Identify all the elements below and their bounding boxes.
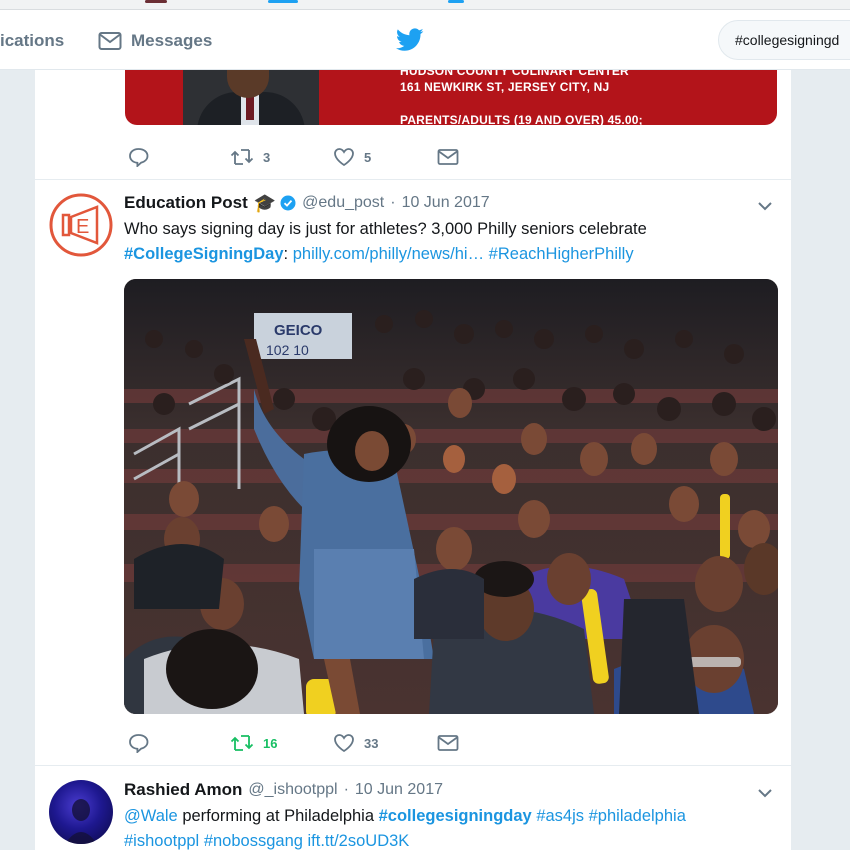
avatar-education-post[interactable]: E xyxy=(49,193,113,257)
flyer-speaker-photo xyxy=(183,70,319,125)
tweet2-photo-crowd[interactable]: GEICO 102 10 xyxy=(124,279,778,714)
reply-button[interactable] xyxy=(128,731,149,755)
chevron-down-icon[interactable] xyxy=(755,783,775,803)
verified-badge-icon xyxy=(280,195,296,211)
twitter-bird-icon[interactable] xyxy=(396,28,424,52)
tweet1-flyer-image[interactable]: HUDSON COUNTY CULINARY CENTER 161 NEWKIR… xyxy=(125,70,777,125)
retweet-count: 16 xyxy=(263,735,278,751)
top-navbar: ications Messages #collegesigningd xyxy=(0,10,850,70)
hashtag-link[interactable]: #philadelphia xyxy=(589,807,686,825)
tweet-divider xyxy=(35,179,791,180)
tweet3-text: @Wale performing at Philadelphia #colleg… xyxy=(124,804,764,850)
envelope-icon xyxy=(437,149,459,165)
like-count: 5 xyxy=(364,149,372,165)
tweet-date[interactable]: 10 Jun 2017 xyxy=(355,781,443,799)
avatar-rashied-amon[interactable] xyxy=(49,780,113,844)
tweet-divider xyxy=(35,765,791,766)
reply-button[interactable] xyxy=(128,145,149,169)
tweet-text-segment: performing at Philadelphia xyxy=(177,807,379,825)
reply-icon xyxy=(129,148,149,167)
direct-message-button[interactable] xyxy=(437,731,459,755)
tweet2-header: Education Post 🎓 @edu_post · 10 Jun 2017 xyxy=(124,192,490,214)
reply-icon xyxy=(129,734,149,753)
url-link[interactable]: ift.tt/2soUD3K xyxy=(308,832,410,850)
tweet2-text: Who says signing day is just for athlete… xyxy=(124,217,764,267)
nav-messages[interactable]: Messages xyxy=(98,26,212,56)
tweet2-actions: 16 33 xyxy=(125,731,465,755)
retweet-button[interactable]: 16 xyxy=(230,731,277,755)
separator-dot: · xyxy=(343,781,349,798)
arena-sign-numbers: 102 10 xyxy=(266,342,309,358)
tweet-text-line: Who says signing day is just for athlete… xyxy=(124,220,647,238)
tweet1-actions: 3 5 xyxy=(125,145,465,169)
search-input[interactable]: #collegesigningd xyxy=(718,20,850,60)
author-handle[interactable]: @edu_post xyxy=(302,194,384,212)
like-count: 33 xyxy=(364,735,379,751)
avatar-letter: E xyxy=(76,216,89,238)
hashtag-link[interactable]: #ReachHigherPhilly xyxy=(489,245,634,263)
heart-icon xyxy=(334,148,354,167)
nav-messages-label: Messages xyxy=(131,31,213,50)
chevron-down-icon[interactable] xyxy=(755,196,775,216)
url-link[interactable]: philly.com/philly/news/hi… xyxy=(293,245,484,263)
retweet-button[interactable]: 3 xyxy=(230,145,270,169)
avatar-silhouette-icon xyxy=(65,799,97,844)
hashtag-link[interactable]: #collegesigningday xyxy=(379,807,532,825)
flyer-line-address: 161 NEWKIRK ST, JERSEY CITY, NJ xyxy=(400,80,610,94)
mention-link[interactable]: @Wale xyxy=(124,807,178,825)
heart-icon xyxy=(334,734,354,753)
megaphone-logo-icon: E xyxy=(49,193,113,257)
envelope-icon xyxy=(98,32,122,50)
hashtag-link[interactable]: #ishootppl xyxy=(124,832,199,850)
timeline: HUDSON COUNTY CULINARY CENTER 161 NEWKIR… xyxy=(35,70,791,850)
like-button[interactable]: 33 xyxy=(333,731,378,755)
tweet-text-colon: : xyxy=(283,245,289,263)
retweet-icon xyxy=(230,149,254,165)
author-name[interactable]: Rashied Amon xyxy=(124,780,242,800)
browser-bookmark-strip xyxy=(0,0,850,10)
graduation-cap-icon: 🎓 xyxy=(253,192,277,213)
direct-message-button[interactable] xyxy=(437,145,459,169)
separator-dot: · xyxy=(390,194,396,211)
flyer-line-venue: HUDSON COUNTY CULINARY CENTER xyxy=(400,70,629,78)
retweet-icon xyxy=(230,735,254,751)
arena-sign-text: GEICO xyxy=(274,322,323,339)
hashtag-link[interactable]: #as4js xyxy=(536,807,584,825)
nav-notifications[interactable]: ications xyxy=(0,31,64,51)
like-button[interactable]: 5 xyxy=(333,145,371,169)
tweet3-header: Rashied Amon @_ishootppl · 10 Jun 2017 xyxy=(124,779,443,801)
hashtag-link[interactable]: #nobossgang xyxy=(204,832,303,850)
author-name[interactable]: Education Post xyxy=(124,193,248,213)
hashtag-link[interactable]: #CollegeSigningDay xyxy=(124,245,284,263)
flyer-line-price: PARENTS/ADULTS (19 AND OVER) 45.00; xyxy=(400,113,643,125)
tweet-date[interactable]: 10 Jun 2017 xyxy=(402,194,490,212)
retweet-count: 3 xyxy=(263,149,271,165)
arena-sign: GEICO 102 10 xyxy=(254,313,352,359)
envelope-icon xyxy=(437,735,459,751)
author-handle[interactable]: @_ishootppl xyxy=(248,781,337,799)
